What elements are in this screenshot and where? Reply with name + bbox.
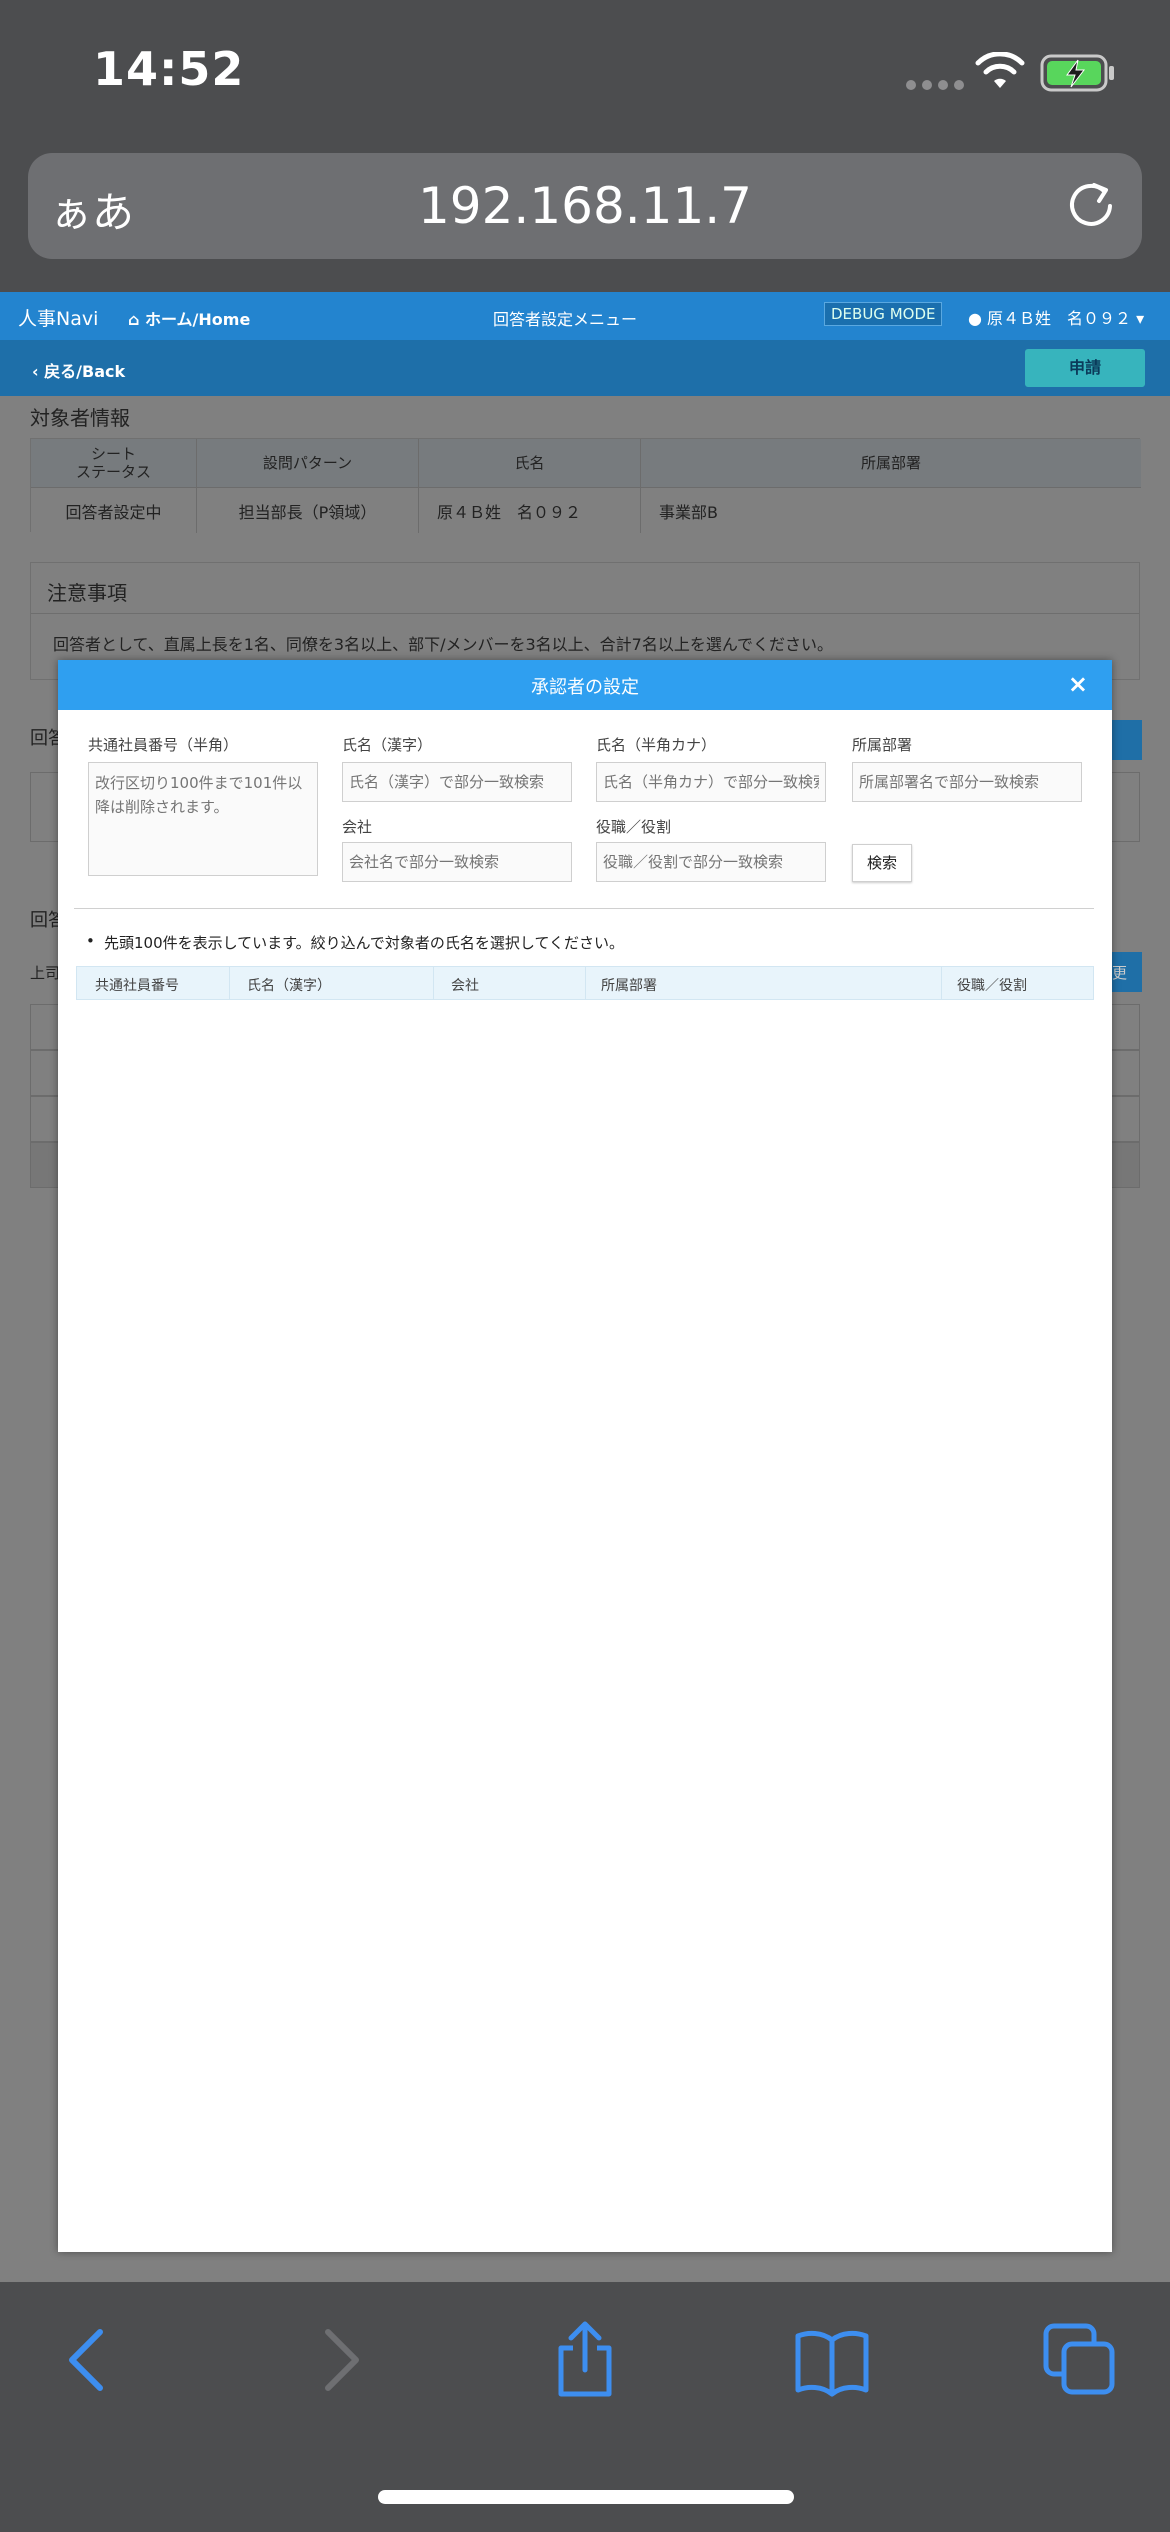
wifi-icon: [975, 52, 1025, 88]
employee-no-textarea[interactable]: [88, 762, 318, 876]
target-info-heading: 対象者情報: [30, 406, 130, 430]
target-info-table: シート ステータス 設問パターン 氏名 所属部署 回答者設定中 担当部長（P領域…: [30, 438, 1141, 533]
result-col-employee-no: 共通社員番号: [95, 978, 179, 994]
result-col-role: 役職／役割: [957, 978, 1027, 994]
search-button[interactable]: 検索: [852, 844, 912, 882]
department-input[interactable]: [852, 762, 1082, 802]
col-question-pattern: 設問パターン: [197, 439, 419, 487]
caret-down-icon: ▾: [1131, 309, 1145, 328]
share-icon[interactable]: [545, 2320, 625, 2400]
bookmarks-icon[interactable]: [792, 2320, 872, 2400]
navbar: 人事Navi ⌂ ホーム/Home 回答者設定メニュー DEBUG MODE ●…: [0, 292, 1170, 340]
col-name: 氏名: [419, 439, 641, 487]
notice-heading: 注意事項: [47, 581, 127, 605]
tabs-icon[interactable]: [1040, 2320, 1120, 2400]
name-kana-input[interactable]: [596, 762, 826, 802]
department-label: 所属部署: [852, 736, 913, 754]
notice-body: 回答者として、直属上長を1名、同僚を3名以上、部下/メンバーを3名以上、合計7名…: [53, 635, 834, 654]
name-kana-label: 氏名（半角カナ）: [596, 736, 717, 754]
user-icon: ●: [968, 309, 988, 328]
forward-icon[interactable]: [300, 2320, 380, 2400]
result-note: 先頭100件を表示しています。絞り込んで対象者の氏名を選択してください。: [86, 932, 624, 953]
approver-modal: 承認者の設定 × 共通社員番号（半角） 氏名（漢字） 氏名（半角カナ） 所属部署…: [58, 660, 1112, 2252]
apply-button[interactable]: 申請: [1025, 349, 1145, 387]
result-col-department: 所属部署: [601, 978, 657, 994]
back-link[interactable]: ‹ 戻る/Back: [32, 358, 125, 382]
modal-title: 承認者の設定: [531, 677, 639, 698]
cell-department: 事業部B: [641, 487, 1141, 533]
cell-sheet-status: 回答者設定中: [31, 487, 197, 533]
name-kanji-input[interactable]: [342, 762, 572, 802]
chevron-left-icon: ‹: [32, 362, 45, 381]
col-sheet-status: シート ステータス: [31, 439, 197, 487]
divider: [74, 908, 1094, 909]
background-label-fragment: 上司: [30, 964, 61, 982]
name-kanji-label: 氏名（漢字）: [342, 736, 433, 754]
result-table-header: 共通社員番号 氏名（漢字） 会社 所属部署 役職／役割: [76, 966, 1094, 1000]
debug-badge: DEBUG MODE: [824, 302, 943, 326]
result-col-name: 氏名（漢字）: [247, 978, 331, 994]
background-change-button-fragment: 更: [1112, 952, 1142, 992]
status-bar: 14:52: [0, 0, 1170, 140]
role-label: 役職／役割: [596, 818, 672, 836]
role-input[interactable]: [596, 842, 826, 882]
reload-icon[interactable]: [1064, 179, 1118, 233]
cell-question-pattern: 担当部長（P領域）: [197, 487, 419, 533]
modal-header: 承認者の設定 ×: [58, 660, 1112, 710]
back-label: 戻る/Back: [44, 362, 126, 381]
back-icon[interactable]: [48, 2320, 128, 2400]
menu-title: 回答者設定メニュー: [492, 310, 637, 329]
status-time: 14:52: [93, 42, 245, 96]
url-text[interactable]: 192.168.11.7: [28, 177, 1142, 235]
user-menu[interactable]: ● 原４Ｂ姓 名０９２ ▾: [968, 305, 1144, 329]
col-department: 所属部署: [641, 439, 1141, 487]
cell-name: 原４Ｂ姓 名０９２: [419, 487, 641, 533]
cellular-signal-icon: [906, 80, 964, 90]
company-input[interactable]: [342, 842, 572, 882]
subbar: ‹ 戻る/Back 申請: [0, 340, 1170, 396]
company-label: 会社: [342, 818, 373, 836]
url-bar[interactable]: ぁあ 192.168.11.7: [28, 153, 1142, 259]
background-button-fragment: [1112, 720, 1142, 760]
home-indicator[interactable]: [378, 2490, 794, 2504]
close-icon[interactable]: ×: [1068, 670, 1088, 698]
employee-no-label: 共通社員番号（半角）: [88, 736, 239, 754]
user-name: 原４Ｂ姓 名０９２: [987, 309, 1132, 328]
battery-charging-icon: [1040, 54, 1114, 92]
result-col-company: 会社: [451, 978, 479, 994]
